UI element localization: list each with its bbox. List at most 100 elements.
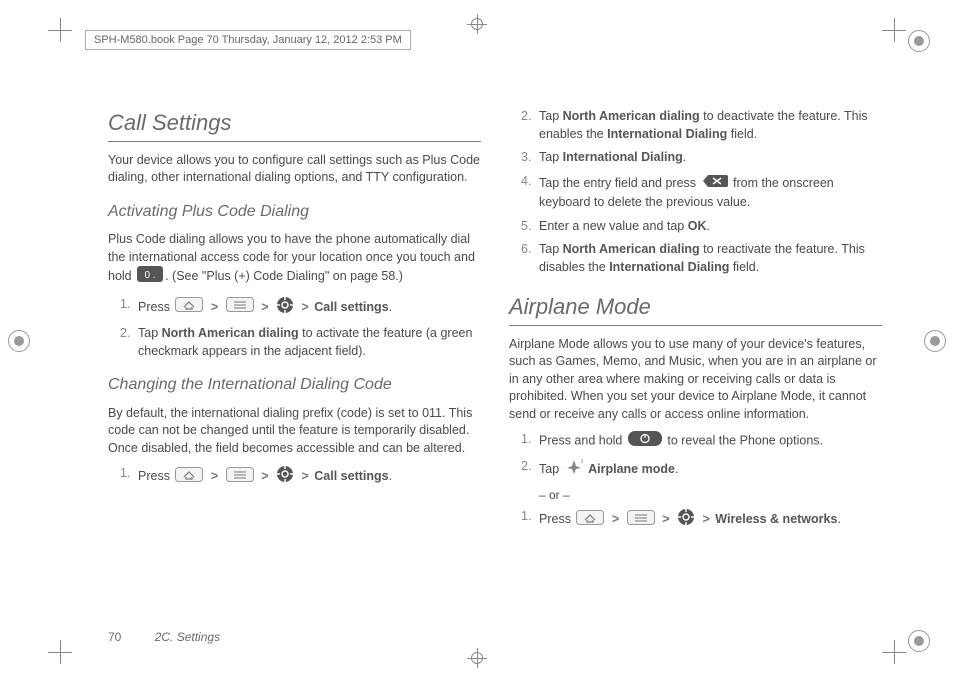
list-number: 2. [521, 108, 539, 143]
text: field. [727, 127, 757, 141]
menu-key-icon [627, 510, 655, 531]
settings-icon [276, 296, 294, 320]
registration-mark [908, 630, 930, 652]
intl-body: By default, the international dialing pr… [108, 405, 481, 458]
text: Press [138, 469, 173, 483]
registration-mark [908, 30, 930, 52]
crop-mark [48, 640, 72, 664]
text: Press [539, 512, 574, 526]
text: Tap [539, 150, 563, 164]
text: Tap the entry field and press [539, 176, 700, 190]
list-number: 1. [521, 508, 539, 532]
chevron-icon: > [261, 300, 268, 314]
text: Enter a new value and tap [539, 219, 688, 233]
heading-intl-dialing: Changing the International Dialing Code [108, 374, 481, 396]
menu-label: Call settings [314, 469, 388, 483]
list-item: 3. Tap International Dialing. [509, 149, 882, 167]
text: Tap [539, 242, 563, 256]
list-item: 6. Tap North American dialing to reactiv… [509, 241, 882, 276]
list-number: 3. [521, 149, 539, 167]
heading-call-settings: Call Settings [108, 108, 481, 142]
home-key-icon [576, 510, 604, 531]
list-body: Enter a new value and tap OK. [539, 218, 882, 236]
menu-label: Call settings [314, 300, 388, 314]
bold-text: OK [688, 219, 707, 233]
list-body: Press > > > Wireless & networks. [539, 508, 882, 532]
right-column: 2. Tap North American dialing to deactiv… [509, 108, 882, 612]
zero-key-icon: 0 . [137, 266, 163, 288]
list-number: 5. [521, 218, 539, 236]
list-item: 1. Press > > > Wireless & networks. [509, 508, 882, 532]
list-item: 1. Press > > > Call settings. [108, 465, 481, 489]
settings-icon [276, 465, 294, 489]
home-key-icon [175, 297, 203, 318]
text: Tap [539, 462, 563, 476]
list-item: 1. Press and hold to reveal the Phone op… [509, 431, 882, 452]
chevron-icon: > [211, 469, 218, 483]
list-item: 2. Tap ✕ Airplane mode. [509, 458, 882, 482]
list-item: 2. Tap North American dialing to activat… [108, 325, 481, 360]
menu-key-icon [226, 467, 254, 488]
list-body: Tap ✕ Airplane mode. [539, 458, 882, 482]
list-number: 4. [521, 173, 539, 212]
chevron-icon: > [612, 512, 619, 526]
text: field. [729, 260, 759, 274]
intro-para: Your device allows you to configure call… [108, 152, 481, 187]
list-body: Tap International Dialing. [539, 149, 882, 167]
settings-icon [677, 508, 695, 532]
crop-mark [48, 18, 72, 42]
bold-text: International Dialing [607, 127, 727, 141]
page-body: Call Settings Your device allows you to … [108, 108, 882, 612]
target-mark [467, 14, 487, 34]
chevron-icon: > [261, 469, 268, 483]
chevron-icon: > [662, 512, 669, 526]
list-number: 1. [120, 465, 138, 489]
list-item: 2. Tap North American dialing to deactiv… [509, 108, 882, 143]
text: Tap [539, 109, 563, 123]
list-number: 1. [521, 431, 539, 452]
list-item: 5. Enter a new value and tap OK. [509, 218, 882, 236]
registration-mark [924, 330, 946, 352]
heading-plus-code: Activating Plus Code Dialing [108, 201, 481, 223]
chevron-icon: > [301, 469, 308, 483]
bold-text: North American dialing [563, 242, 700, 256]
or-separator: – or – [539, 487, 882, 504]
menu-label: Wireless & networks [715, 512, 837, 526]
airplane-mode-icon: ✕ [565, 458, 583, 482]
list-item: 1. Press > > > Call settings. [108, 296, 481, 320]
bold-text: International Dialing [563, 150, 683, 164]
airplane-intro: Airplane Mode allows you to use many of … [509, 336, 882, 424]
text: Press [138, 300, 173, 314]
home-key-icon [175, 467, 203, 488]
delete-key-icon [702, 173, 728, 195]
text: Tap [138, 326, 162, 340]
bold-text: International Dialing [609, 260, 729, 274]
crop-mark [882, 18, 906, 42]
svg-text:0 .: 0 . [145, 270, 156, 281]
list-number: 1. [120, 296, 138, 320]
list-number: 2. [120, 325, 138, 360]
list-body: Tap North American dialing to activate t… [138, 325, 481, 360]
bold-text: North American dialing [563, 109, 700, 123]
list-number: 2. [521, 458, 539, 482]
power-key-icon [628, 431, 662, 452]
text: . (See "Plus (+) Code Dialing" on page 5… [165, 269, 403, 283]
text: Press and hold [539, 434, 626, 448]
bold-text: Airplane mode [588, 462, 675, 476]
list-body: Tap North American dialing to reactivate… [539, 241, 882, 276]
target-mark [467, 648, 487, 668]
page-footer: 70 2C. Settings [108, 630, 220, 644]
heading-airplane-mode: Airplane Mode [509, 292, 882, 326]
list-item: 4. Tap the entry field and press from th… [509, 173, 882, 212]
bold-text: North American dialing [162, 326, 299, 340]
list-body: Press > > > Call settings. [138, 296, 481, 320]
menu-key-icon [226, 297, 254, 318]
chevron-icon: > [301, 300, 308, 314]
text: to reveal the Phone options. [667, 434, 823, 448]
crop-mark [882, 640, 906, 664]
list-body: Tap the entry field and press from the o… [539, 173, 882, 212]
list-number: 6. [521, 241, 539, 276]
registration-mark [8, 330, 30, 352]
list-body: Tap North American dialing to deactivate… [539, 108, 882, 143]
list-body: Press and hold to reveal the Phone optio… [539, 431, 882, 452]
